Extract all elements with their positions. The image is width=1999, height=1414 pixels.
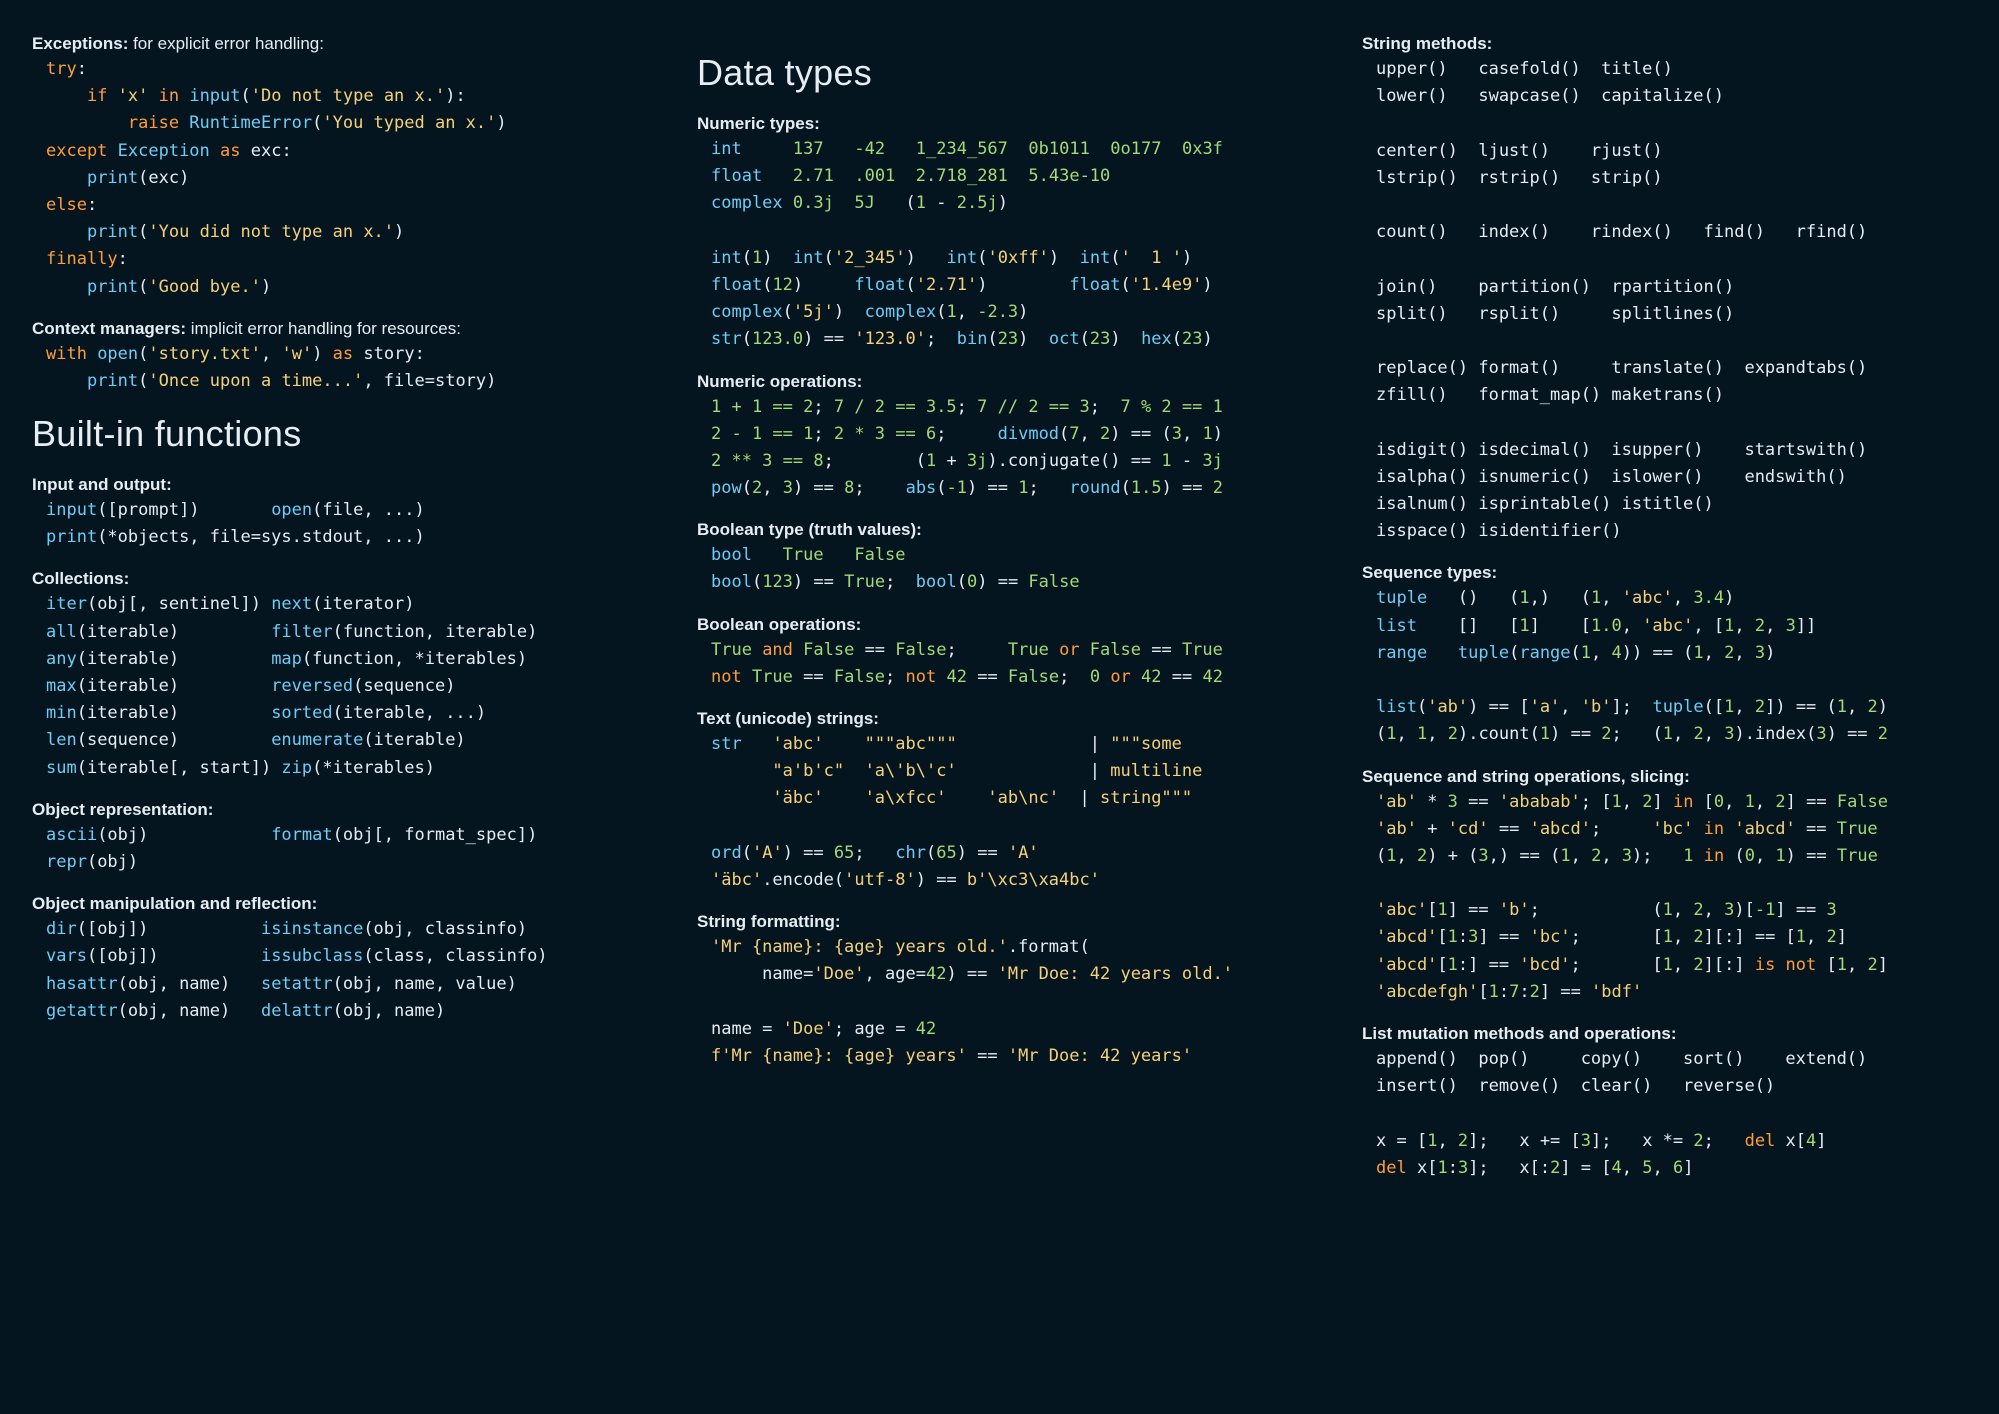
reflection-code: dir([obj]) isinstance(obj, classinfo) va…	[32, 916, 637, 1025]
io-title: Input and output:	[32, 475, 637, 495]
sequence-ops-code: 'ab' * 3 == 'ababab'; [1, 2] in [0, 1, 2…	[1362, 789, 1967, 1007]
exceptions-title: Exceptions:	[32, 34, 128, 53]
numeric-types-code: int 137 -42 1_234_567 0b1011 0o177 0x3f …	[697, 136, 1302, 354]
numeric-ops-code: 1 + 1 == 2; 7 / 2 == 3.5; 7 // 2 == 3; 7…	[697, 394, 1302, 503]
column-2: Data types Numeric types: int 137 -42 1_…	[697, 34, 1302, 1200]
numeric-ops-title: Numeric operations:	[697, 372, 1302, 392]
column-1: Exceptions: for explicit error handling:…	[32, 34, 637, 1200]
string-formatting-code: 'Mr {name}: {age} years old.'.format( na…	[697, 934, 1302, 1070]
reflection-title: Object manipulation and reflection:	[32, 894, 637, 914]
string-formatting-title: String formatting:	[697, 912, 1302, 932]
bool-type-title: Boolean type (truth values):	[697, 520, 1302, 540]
list-mutation-code: append() pop() copy() sort() extend() in…	[1362, 1046, 1967, 1182]
bool-ops-title: Boolean operations:	[697, 615, 1302, 635]
numeric-types-title: Numeric types:	[697, 114, 1302, 134]
ctx-subtitle: implicit error handling for resources:	[186, 319, 461, 338]
builtins-heading: Built-in functions	[32, 413, 637, 455]
exceptions-subtitle: for explicit error handling:	[128, 34, 324, 53]
sequence-types-title: Sequence types:	[1362, 563, 1967, 583]
column-3: String methods: upper() casefold() title…	[1362, 34, 1967, 1200]
ctx-title: Context managers:	[32, 319, 186, 338]
repr-title: Object representation:	[32, 800, 637, 820]
cheatsheet-page: Exceptions: for explicit error handling:…	[0, 0, 1999, 1234]
sequence-ops-title: Sequence and string operations, slicing:	[1362, 767, 1967, 787]
datatypes-heading: Data types	[697, 52, 1302, 94]
string-methods-code: upper() casefold() title() lower() swapc…	[1362, 56, 1967, 545]
collections-code: iter(obj[, sentinel]) next(iterator) all…	[32, 591, 637, 781]
text-strings-title: Text (unicode) strings:	[697, 709, 1302, 729]
exceptions-code: try: if 'x' in input('Do not type an x.'…	[32, 56, 637, 301]
context-managers-code: with open('story.txt', 'w') as story: pr…	[32, 341, 637, 395]
bool-ops-code: True and False == False; True or False =…	[697, 637, 1302, 691]
string-methods-title: String methods:	[1362, 34, 1967, 54]
repr-code: ascii(obj) format(obj[, format_spec]) re…	[32, 822, 637, 876]
sequence-types-code: tuple () (1,) (1, 'abc', 3.4) list [] [1…	[1362, 585, 1967, 748]
io-code: input([prompt]) open(file, ...) print(*o…	[32, 497, 637, 551]
exceptions-header: Exceptions: for explicit error handling:	[32, 34, 637, 54]
text-strings-code: str 'abc' """abc""" | """some "a'b'c" 'a…	[697, 731, 1302, 894]
bool-type-code: bool True False bool(123) == True; bool(…	[697, 542, 1302, 596]
context-managers-header: Context managers: implicit error handlin…	[32, 319, 637, 339]
collections-title: Collections:	[32, 569, 637, 589]
list-mutation-title: List mutation methods and operations:	[1362, 1024, 1967, 1044]
